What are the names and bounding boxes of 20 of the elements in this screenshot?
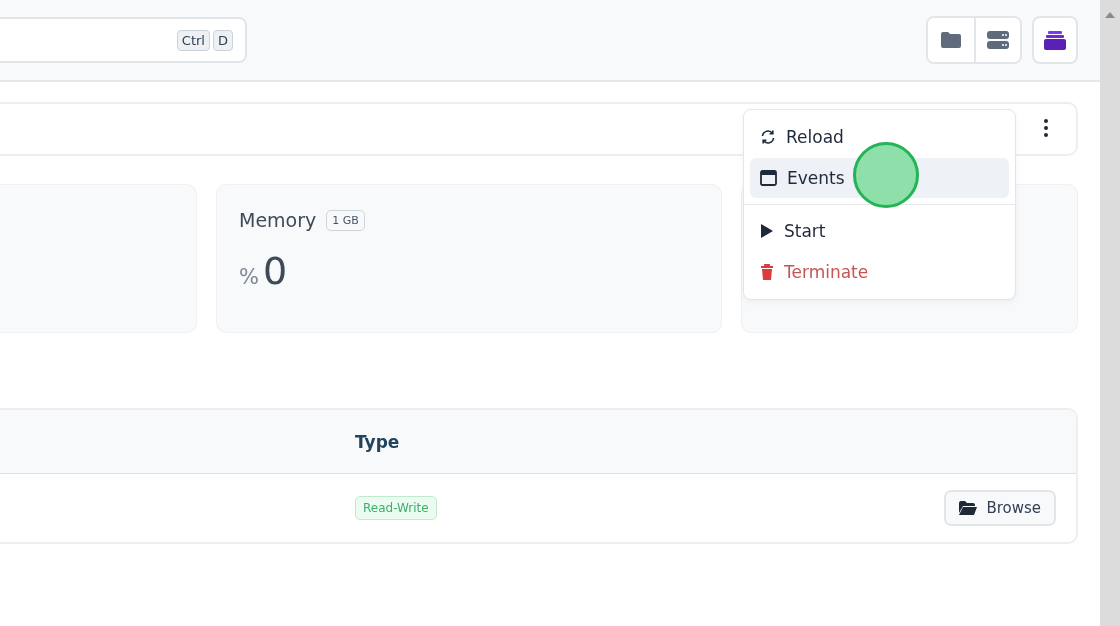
shortcut-key: D [213, 29, 233, 51]
menu-item[interactable]: Terminate [750, 252, 1009, 292]
type-badge: Read-Write [355, 496, 437, 520]
stack-icon[interactable] [1032, 16, 1078, 64]
percent-unit: % [239, 265, 259, 289]
server-icon[interactable] [974, 18, 1020, 62]
shortcut-key: Ctrl [176, 29, 210, 51]
scroll-up-arrow-icon [1105, 12, 1115, 18]
folder-open-icon [959, 501, 978, 515]
search-field[interactable]: Ctrl D [0, 17, 247, 63]
memory-value: 0 [262, 249, 288, 293]
trash-icon [760, 263, 774, 281]
card-title: Memory [239, 209, 317, 231]
play-icon [760, 223, 774, 239]
menu-item[interactable]: Reload [750, 117, 1009, 157]
browse-button[interactable]: Browse [944, 490, 1056, 526]
menu-item[interactable]: Start [750, 211, 1009, 251]
size-badge: 1 GB [326, 209, 365, 231]
column-header: Type [355, 431, 400, 452]
reload-icon [760, 129, 776, 145]
